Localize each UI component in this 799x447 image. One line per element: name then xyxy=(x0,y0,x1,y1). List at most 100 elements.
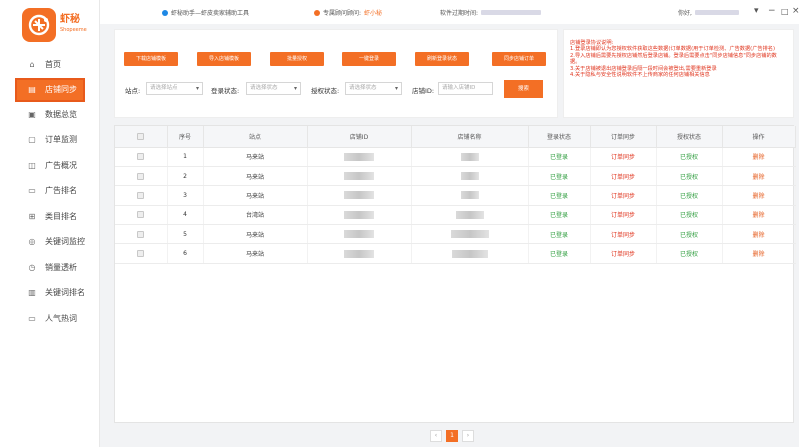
col-header-shop-name: 店铺名称 xyxy=(411,126,529,148)
minimize-icon[interactable]: − xyxy=(768,6,776,16)
row-site: 台湾站 xyxy=(203,205,308,226)
row-delete-link[interactable]: 删除 xyxy=(722,224,796,245)
row-order-sync-link[interactable]: 订单同步 xyxy=(590,224,657,245)
store-icon: ▤ xyxy=(28,85,36,94)
col-header-site: 站点 xyxy=(203,126,308,148)
one-click-login-button[interactable]: 一键登录 xyxy=(342,52,396,66)
sidebar-item-label: 订单监测 xyxy=(45,135,77,145)
row-shop-id-redacted xyxy=(307,166,412,187)
row-shop-name-redacted xyxy=(411,166,529,187)
sidebar-item-order-monitor[interactable]: ▢ 订单监测 xyxy=(0,127,100,153)
row-auth-status: 已授权 xyxy=(656,185,723,206)
row-shop-id-redacted xyxy=(307,243,412,264)
col-header-order-sync: 订单同步 xyxy=(590,126,657,148)
user-greeting: 你好, xyxy=(678,8,739,17)
sidebar-item-ad-ranking[interactable]: ▭ 广告排名 xyxy=(0,178,100,204)
row-order-sync-link[interactable]: 订单同步 xyxy=(590,147,657,167)
sidebar-item-keyword-ranking[interactable]: ▥ 关键词排名 xyxy=(0,280,100,306)
row-checkbox[interactable] xyxy=(115,185,168,206)
row-login-status: 已登录 xyxy=(528,205,591,226)
maximize-icon[interactable]: □ xyxy=(781,7,789,16)
table-row: 1 马来站 已登录 订单同步 已授权 删除 xyxy=(115,147,796,167)
sidebar-item-keyword-monitor[interactable]: ◎ 关键词监控 xyxy=(0,229,100,255)
row-login-status: 已登录 xyxy=(528,185,591,206)
sidebar-item-label: 销量透析 xyxy=(45,262,77,272)
row-delete-link[interactable]: 删除 xyxy=(722,205,796,226)
login-status-label: 登录状态: xyxy=(211,87,240,95)
shop-id-input[interactable]: 请输入店铺ID xyxy=(438,82,493,95)
row-delete-link[interactable]: 删除 xyxy=(722,147,796,167)
row-checkbox[interactable] xyxy=(115,166,168,187)
row-login-status: 已登录 xyxy=(528,166,591,187)
row-shop-name-redacted xyxy=(411,205,529,226)
close-icon[interactable]: × xyxy=(792,6,799,16)
sidebar-item-sales-analysis[interactable]: ◷ 销量透析 xyxy=(0,255,100,281)
download-template-button[interactable]: 下载店铺模板 xyxy=(124,52,178,66)
user-dropdown-icon[interactable]: ▾ xyxy=(754,6,759,16)
shop-id-label: 店铺ID: xyxy=(412,87,435,95)
row-checkbox[interactable] xyxy=(115,147,168,167)
row-delete-link[interactable]: 删除 xyxy=(722,166,796,187)
next-page-button[interactable]: › xyxy=(462,430,474,442)
row-delete-link[interactable]: 删除 xyxy=(722,185,796,206)
sync-orders-button[interactable]: 同步店铺订单 xyxy=(492,52,546,66)
batch-authorize-button[interactable]: 批量授权 xyxy=(270,52,324,66)
row-checkbox[interactable] xyxy=(115,205,168,226)
sidebar-item-shop-sync[interactable]: ▤ 店铺同步 xyxy=(15,77,85,102)
sidebar-item-label: 数据总览 xyxy=(45,109,77,119)
row-shop-name-redacted xyxy=(411,243,529,264)
row-auth-status: 已授权 xyxy=(656,166,723,187)
col-header-actions: 操作 xyxy=(722,126,796,148)
sidebar-item-home[interactable]: ⌂ 首页 xyxy=(0,52,100,78)
select-all-checkbox[interactable] xyxy=(115,126,168,148)
row-login-status: 已登录 xyxy=(528,243,591,264)
prev-page-button[interactable]: ‹ xyxy=(430,430,442,442)
auth-status-select[interactable]: 请选择状态 ▾ xyxy=(345,82,402,95)
import-template-button[interactable]: 导入店铺模板 xyxy=(197,52,251,66)
info-icon xyxy=(162,9,168,16)
row-checkbox[interactable] xyxy=(115,243,168,264)
table-row: 3 马来站 已登录 订单同步 已授权 删除 xyxy=(115,185,796,206)
sidebar: 虾秘 Shopeeme ⌂ 首页 ▤ 店铺同步 ▣ 数据总览 ▢ 订单监测 ◫ 广告概况 … xyxy=(0,0,100,447)
row-shop-name-redacted xyxy=(411,185,529,206)
login-status-select[interactable]: 请选择状态 ▾ xyxy=(246,82,301,95)
shrimp-logo-icon xyxy=(28,14,50,36)
row-index: 4 xyxy=(167,205,204,226)
row-auth-status: 已授权 xyxy=(656,224,723,245)
col-header-auth-status: 授权状态 xyxy=(656,126,723,148)
ranking-icon: ▭ xyxy=(28,186,36,196)
sidebar-item-label: 广告概况 xyxy=(45,160,77,170)
sidebar-item-hot-words[interactable]: ▭ 人气热词 xyxy=(0,306,100,332)
row-site: 马来站 xyxy=(203,243,308,264)
sidebar-item-category-ranking[interactable]: ⊞ 类目排名 xyxy=(0,204,100,230)
sidebar-item-data-overview[interactable]: ▣ 数据总览 xyxy=(0,102,100,128)
search-button[interactable]: 搜索 xyxy=(504,80,543,98)
notes-line: 2.导入店铺后需要先授权店铺然后登录店铺。登录后需要点击"同步店铺信息"同步店铺… xyxy=(570,52,777,66)
page-1-button[interactable]: 1 xyxy=(446,430,458,442)
row-auth-status: 已授权 xyxy=(656,205,723,226)
brand-subtitle: Shopeeme xyxy=(60,27,87,33)
clock-icon: ◷ xyxy=(28,262,36,272)
row-shop-id-redacted xyxy=(307,147,412,167)
sidebar-item-ad-overview[interactable]: ◫ 广告概况 xyxy=(0,153,100,179)
consultant-info: 专属顾问顾问: 虾小秘 xyxy=(314,8,382,17)
row-order-sync-link[interactable]: 订单同步 xyxy=(590,166,657,187)
auth-status-label: 授权状态: xyxy=(311,87,340,95)
refresh-login-status-button[interactable]: 刷新登录状态 xyxy=(415,52,469,66)
site-filter-label: 站点: xyxy=(125,87,141,95)
row-order-sync-link[interactable]: 订单同步 xyxy=(590,243,657,264)
sidebar-item-label: 广告排名 xyxy=(45,186,77,196)
row-shop-id-redacted xyxy=(307,185,412,206)
consultant-icon xyxy=(314,9,320,16)
table-row: 2 马来站 已登录 订单同步 已授权 删除 xyxy=(115,166,796,187)
home-icon: ⌂ xyxy=(29,60,35,70)
sidebar-item-label: 人气热词 xyxy=(45,313,77,323)
toolbar-panel: 下载店铺模板 导入店铺模板 批量授权 一键登录 刷新登录状态 同步店铺订单 站点… xyxy=(114,29,558,118)
app-logo xyxy=(22,8,56,42)
row-delete-link[interactable]: 删除 xyxy=(722,243,796,264)
row-checkbox[interactable] xyxy=(115,224,168,245)
site-select[interactable]: 请选择站点 ▾ xyxy=(146,82,203,95)
row-order-sync-link[interactable]: 订单同步 xyxy=(590,205,657,226)
row-order-sync-link[interactable]: 订单同步 xyxy=(590,185,657,206)
consultant-name[interactable]: 虾小秘 xyxy=(364,8,382,17)
